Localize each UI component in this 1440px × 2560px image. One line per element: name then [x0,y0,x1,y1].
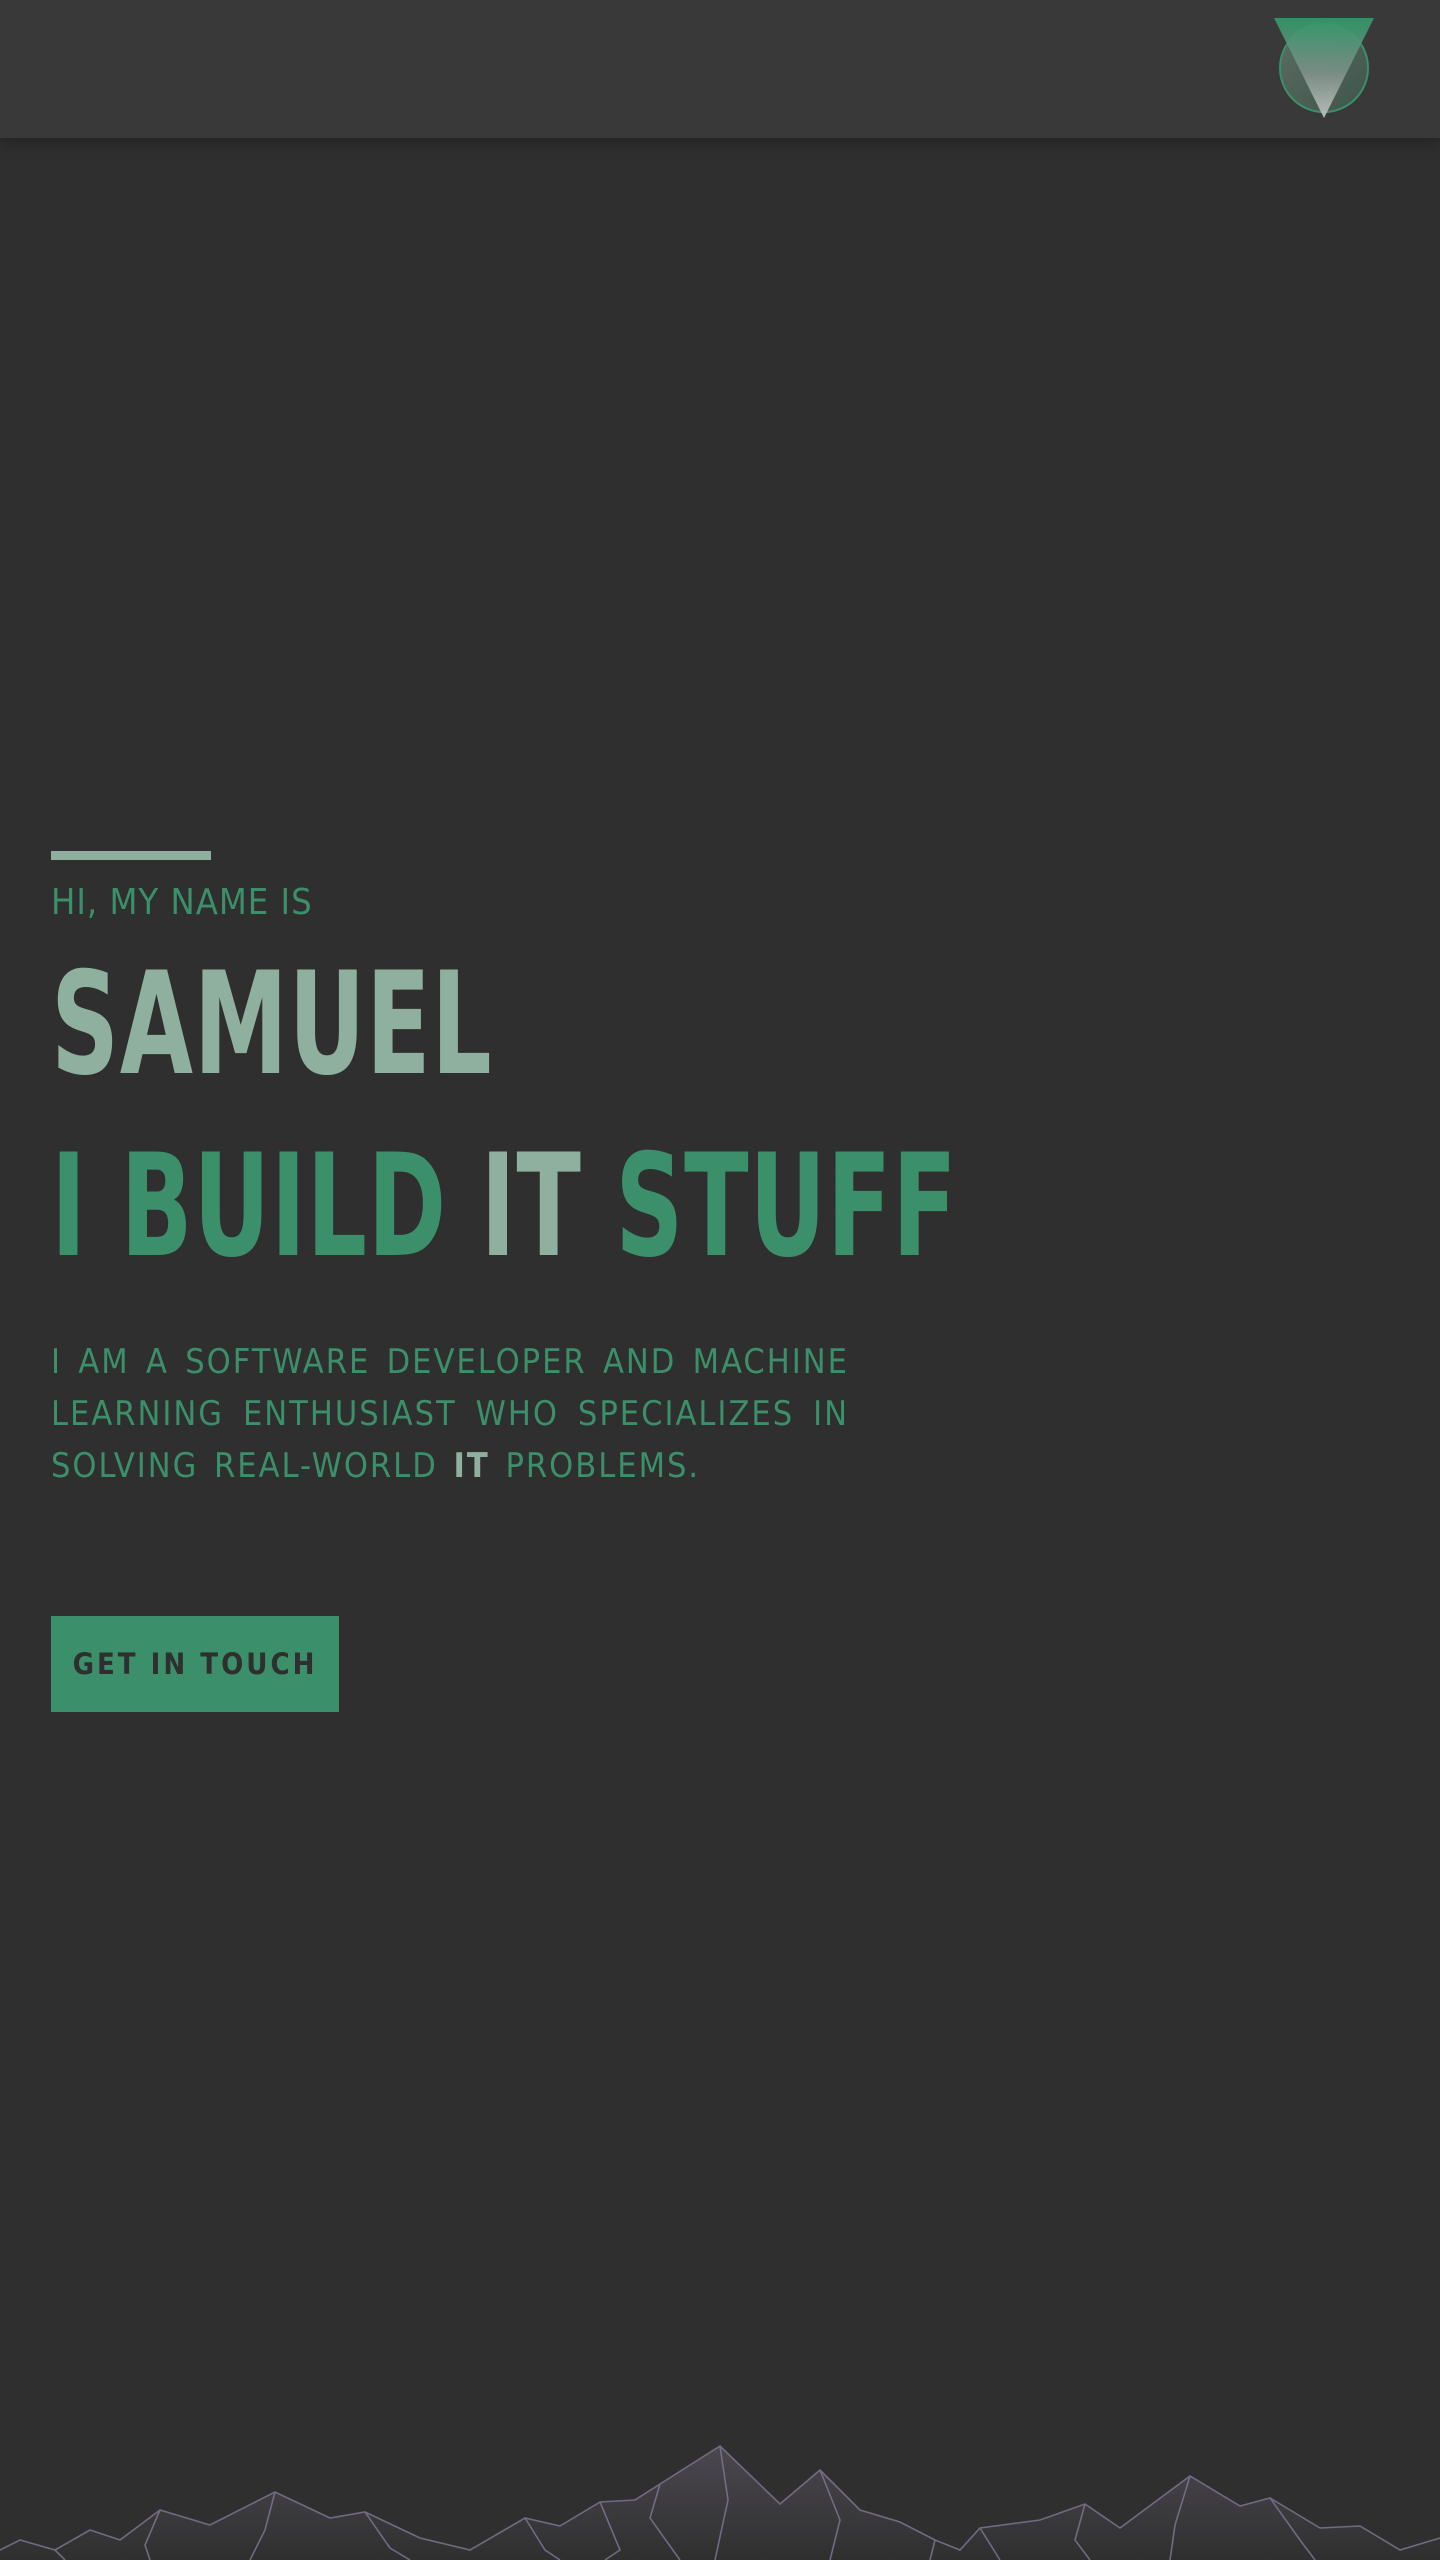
tagline-text-end: STUFF [581,1124,958,1289]
mountain-range-illustration [0,2444,1440,2560]
bio-text-end: PROBLEMS. [489,1446,701,1486]
hero-name: SAMUEL [51,942,493,1107]
hero-greeting: HI, MY NAME IS [51,882,313,923]
get-in-touch-button[interactable]: GET IN TOUCH [51,1616,339,1712]
tagline-highlight: IT [480,1124,582,1289]
hero-section: HI, MY NAME IS SAMUEL I BUILD IT STUFF I… [51,851,957,1712]
logo-icon[interactable] [1274,18,1374,118]
bio-text-start: I AM A SOFTWARE DEVELOPER AND MACHINE LE… [51,1342,849,1486]
top-nav-bar [0,0,1440,138]
accent-divider [51,851,211,860]
bio-highlight: IT [453,1446,490,1486]
hero-bio: I AM A SOFTWARE DEVELOPER AND MACHINE LE… [51,1336,849,1492]
tagline-text-start: I BUILD [51,1124,481,1289]
hero-tagline: I BUILD IT STUFF [51,1136,957,1278]
